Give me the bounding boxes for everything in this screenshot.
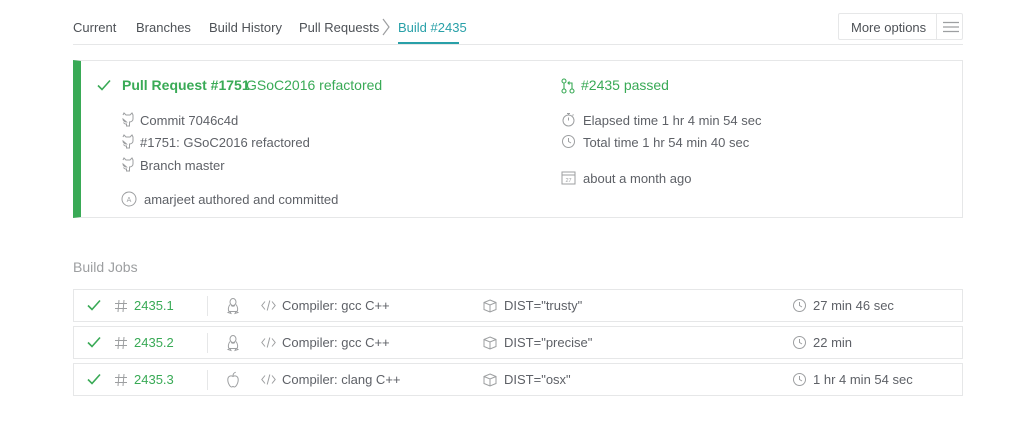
tab-pull-requests[interactable]: Pull Requests [299, 20, 379, 35]
package-icon [483, 373, 497, 387]
linux-icon [226, 334, 240, 352]
branch-link[interactable]: Branch master [140, 158, 225, 173]
code-icon [261, 374, 276, 385]
github-icon [121, 157, 135, 172]
github-icon [121, 134, 135, 149]
job-duration: 27 min 46 sec [813, 298, 894, 313]
calendar-day: 27 [565, 178, 571, 184]
job-compiler: Compiler: gcc C++ [282, 335, 390, 350]
check-icon [97, 79, 111, 91]
clock-icon [561, 134, 576, 149]
hash-icon [114, 336, 128, 350]
build-nav: Current Branches Build History Pull Requ… [73, 12, 963, 45]
clock-icon [792, 335, 807, 350]
stopwatch-icon [561, 112, 576, 127]
compare-link[interactable]: #1751: GSoC2016 refactored [140, 135, 310, 150]
build-status-text[interactable]: #2435 passed [581, 77, 669, 93]
package-icon [483, 336, 497, 350]
code-icon [261, 337, 276, 348]
job-duration: 22 min [813, 335, 853, 350]
hash-icon [114, 373, 128, 387]
job-env: DIST="precise" [504, 335, 593, 350]
pull-request-link[interactable]: Pull Request #1751 [122, 77, 250, 93]
chevron-right-icon [381, 18, 391, 36]
avatar-letter: A [127, 197, 132, 204]
hash-icon [114, 299, 128, 313]
job-compiler: Compiler: clang C++ [282, 372, 401, 387]
active-tab-indicator [398, 42, 459, 44]
avatar: A [121, 191, 137, 207]
build-date: about a month ago [583, 171, 692, 186]
tab-build-history[interactable]: Build History [209, 20, 282, 35]
calendar-icon: 27 [561, 170, 576, 185]
check-icon [87, 336, 101, 348]
total-time: Total time 1 hr 54 min 40 sec [583, 135, 750, 150]
job-env: DIST="trusty" [504, 298, 583, 313]
job-number[interactable]: 2435.2 [134, 335, 174, 350]
job-duration: 1 hr 4 min 54 sec [813, 372, 913, 387]
job-compiler: Compiler: gcc C++ [282, 298, 390, 313]
job-row[interactable]: 2435.2 Compiler: gcc C++ DIST="precise" … [73, 326, 963, 359]
job-env: DIST="osx" [504, 372, 571, 387]
package-icon [483, 299, 497, 313]
build-summary-card: Pull Request #1751 GSoC2016 refactored C… [73, 60, 963, 218]
tab-branches[interactable]: Branches [136, 20, 191, 35]
git-pull-request-icon [561, 78, 575, 94]
divider [207, 296, 208, 316]
tab-current[interactable]: Current [73, 20, 116, 35]
commit-message: GSoC2016 refactored [246, 77, 383, 93]
linux-icon [226, 297, 240, 315]
author-text: amarjeet authored and committed [144, 192, 339, 207]
more-options-button[interactable]: More options [838, 13, 963, 40]
check-icon [87, 299, 101, 311]
apple-icon [226, 371, 240, 389]
check-icon [87, 373, 101, 385]
job-number[interactable]: 2435.1 [134, 298, 174, 313]
hamburger-menu-icon [943, 21, 959, 33]
elapsed-time: Elapsed time 1 hr 4 min 54 sec [583, 113, 762, 128]
github-icon [121, 112, 135, 127]
job-number[interactable]: 2435.3 [134, 372, 174, 387]
more-options-label: More options [851, 20, 927, 35]
divider [207, 370, 208, 390]
commit-link[interactable]: Commit 7046c4d [140, 113, 238, 128]
clock-icon [792, 372, 807, 387]
code-icon [261, 300, 276, 311]
divider [207, 333, 208, 353]
tab-build-current[interactable]: Build #2435 [398, 20, 467, 35]
clock-icon [792, 298, 807, 313]
build-jobs-heading: Build Jobs [73, 259, 138, 275]
job-row[interactable]: 2435.1 Compiler: gcc C++ DIST="trusty" 2… [73, 289, 963, 322]
more-options-divider [936, 14, 937, 39]
job-row[interactable]: 2435.3 Compiler: clang C++ DIST="osx" 1 … [73, 363, 963, 396]
